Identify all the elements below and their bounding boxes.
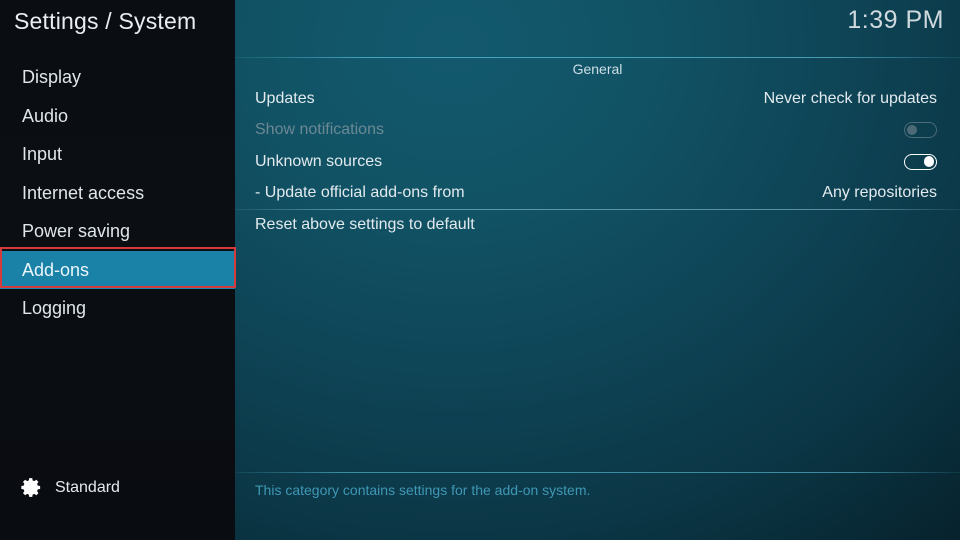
toggle-knob bbox=[906, 124, 918, 136]
sidebar-item-internet-access[interactable]: Internet access bbox=[0, 174, 235, 213]
sidebar-item-label: Display bbox=[22, 67, 82, 87]
section-title: General bbox=[572, 61, 623, 77]
setting-row[interactable]: Show notifications bbox=[235, 115, 960, 147]
sidebar-item-label: Internet access bbox=[22, 182, 145, 203]
setting-label: - Update official add-ons from bbox=[255, 184, 465, 202]
toggle-switch[interactable] bbox=[904, 153, 937, 170]
sidebar-item-display[interactable]: Display bbox=[0, 58, 235, 97]
setting-row[interactable]: Unknown sources bbox=[235, 146, 960, 178]
clock: 1:39 PM bbox=[847, 6, 944, 34]
settings-level-selector[interactable]: Standard bbox=[20, 476, 120, 499]
setting-row[interactable]: Reset above settings to default bbox=[235, 209, 960, 241]
sidebar-item-label: Audio bbox=[22, 105, 69, 126]
settings-main-panel: General Updates Never check for updates Sh… bbox=[235, 0, 960, 540]
setting-label: Updates bbox=[255, 89, 315, 107]
setting-row[interactable]: Updates Never check for updates bbox=[235, 83, 960, 115]
sidebar-item-label: Add-ons bbox=[22, 259, 90, 280]
sidebar-item-input[interactable]: Input bbox=[0, 135, 235, 174]
sidebar-item-add-ons[interactable]: Add-ons bbox=[0, 250, 235, 289]
sidebar-item-label: Logging bbox=[22, 298, 87, 318]
footer-divider bbox=[235, 472, 960, 473]
sidebar-item-logging[interactable]: Logging bbox=[0, 289, 235, 328]
category-description: This category contains settings for the … bbox=[255, 482, 591, 498]
setting-value[interactable]: Never check for updates bbox=[764, 90, 937, 108]
setting-label: Unknown sources bbox=[255, 152, 383, 170]
toggle-switch[interactable] bbox=[904, 122, 937, 139]
kodi-settings-window: General Updates Never check for updates Sh… bbox=[0, 0, 960, 540]
sidebar-item-label: Power saving bbox=[22, 221, 131, 241]
setting-value[interactable]: Any repositories bbox=[822, 184, 937, 202]
sidebar-item-power-saving[interactable]: Power saving bbox=[0, 212, 235, 251]
sidebar-nav-list: Display Audio Input Internet access Power sa… bbox=[0, 58, 235, 328]
gear-icon bbox=[20, 476, 43, 499]
sidebar-item-label: Input bbox=[22, 144, 63, 164]
settings-sidebar: Settings / System Display Audio Input Inter… bbox=[0, 0, 235, 540]
panel-top-divider bbox=[235, 57, 960, 58]
setting-label: Show notifications bbox=[255, 121, 384, 139]
settings-list: Updates Never check for updates Show notif… bbox=[235, 83, 960, 241]
setting-label: Reset above settings to default bbox=[255, 215, 475, 233]
sidebar-item-audio[interactable]: Audio bbox=[0, 97, 235, 136]
settings-level-label: Standard bbox=[55, 478, 120, 496]
toggle-knob bbox=[923, 156, 935, 167]
page-title: Settings / System bbox=[14, 8, 197, 34]
setting-row[interactable]: - Update official add-ons from Any reposi… bbox=[235, 178, 960, 210]
